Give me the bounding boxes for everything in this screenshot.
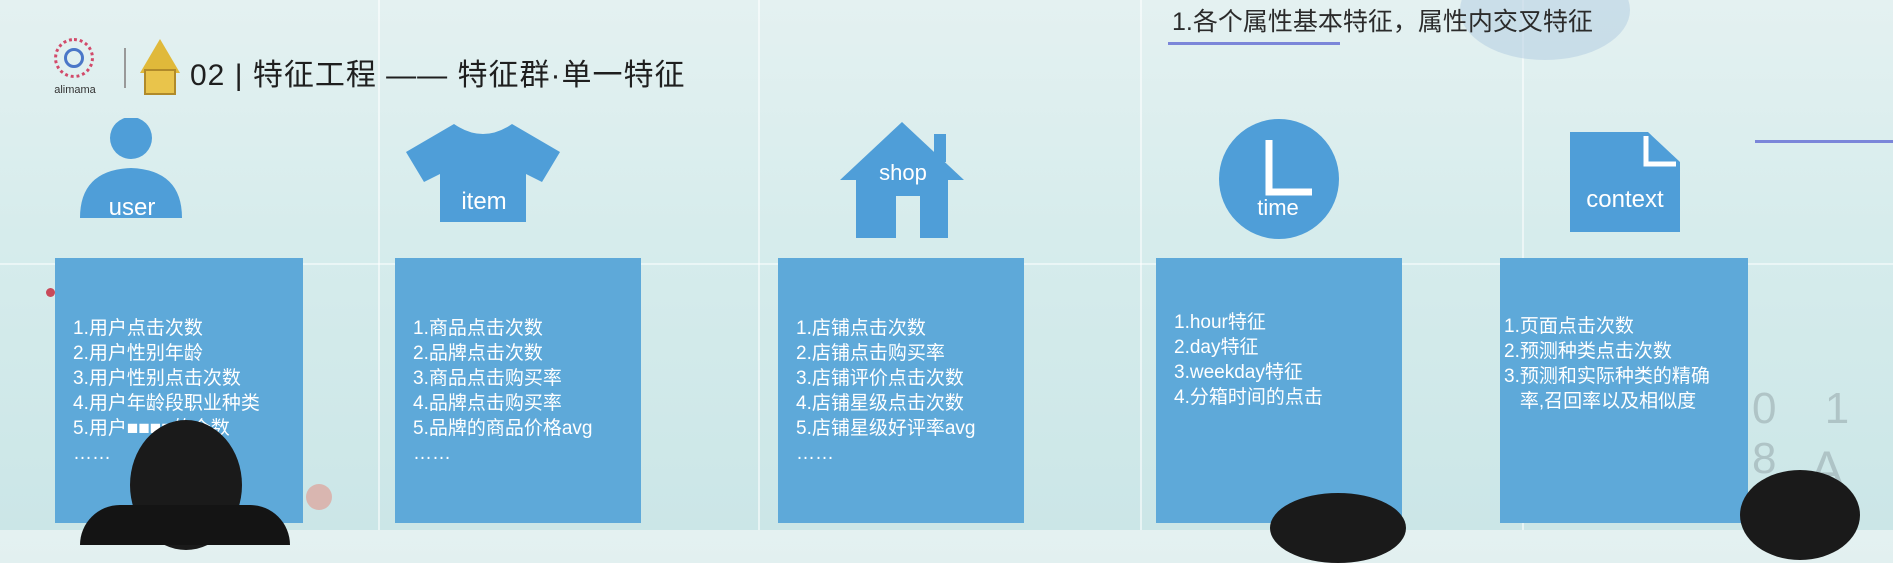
audience-body	[80, 505, 290, 545]
shop-feature-panel: 1.店铺点击次数 2.店铺点击购买率 3.店铺评价点击次数 4.店铺星级点击次数…	[778, 258, 1024, 523]
item-label: item	[461, 188, 507, 215]
list-item: 1.用户点击次数	[73, 318, 203, 339]
seam	[758, 0, 760, 530]
list-item: 2.day特征	[1174, 337, 1259, 358]
list-item: 1.店铺点击次数	[796, 318, 926, 339]
logo-divider	[124, 48, 126, 88]
list-item: 3.商品点击购买率	[413, 368, 562, 389]
list-item: 4.品牌点击购买率	[413, 393, 562, 414]
time-feature-panel: 1.hour特征 2.day特征 3.weekday特征 4.分箱时间的点击	[1156, 258, 1402, 523]
audience-head	[1270, 493, 1406, 563]
subtitle-underline	[1168, 42, 1340, 45]
seam	[1140, 0, 1142, 530]
logo-area: alimama	[40, 38, 180, 98]
document-icon	[1570, 132, 1680, 232]
audience-head	[1740, 470, 1860, 560]
list-item: 2.品牌点击次数	[413, 343, 543, 364]
context-feature-panel: 1.页面点击次数 2.预测种类点击次数 3.预测和实际种类的精确 率,召回率以及…	[1500, 258, 1748, 523]
alimama-logo: alimama	[40, 38, 110, 98]
list-item: 3.用户性别点击次数	[73, 368, 241, 389]
partner-logo	[140, 39, 180, 97]
accent-line	[1755, 140, 1893, 143]
list-item: 5.店铺星级好评率avg	[796, 418, 976, 439]
slide-title: 02 | 特征工程 —— 特征群·单一特征	[190, 59, 686, 92]
list-item: 3.店铺评价点击次数	[796, 368, 964, 389]
list-item: 率,召回率以及相似度	[1504, 391, 1697, 412]
list-item: 3.预测和实际种类的精确	[1504, 366, 1710, 387]
list-item: 4.用户年龄段职业种类	[73, 393, 260, 414]
context-label: context	[1586, 186, 1664, 213]
list-item: 1.页面点击次数	[1504, 316, 1634, 337]
clock-icon	[1219, 119, 1339, 239]
list-item: ……	[413, 443, 451, 464]
time-label: time	[1257, 195, 1299, 220]
list-item: 1.商品点击次数	[413, 318, 543, 339]
list-item: 1.hour特征	[1174, 312, 1266, 333]
list-item: 5.品牌的商品价格avg	[413, 418, 593, 439]
list-item: 4.店铺星级点击次数	[796, 393, 964, 414]
list-item: 4.分箱时间的点击	[1174, 387, 1323, 408]
decorative-dot	[46, 288, 55, 297]
user-label: user	[108, 194, 156, 221]
list-item: 2.用户性别年龄	[73, 343, 203, 364]
list-item: 3.weekday特征	[1174, 362, 1303, 383]
decorative-dot	[306, 484, 332, 510]
list-item: 2.店铺点击购买率	[796, 343, 945, 364]
list-item: 2.预测种类点击次数	[1504, 341, 1672, 362]
list-item: ……	[796, 443, 834, 464]
section-subtitle: 1.各个属性基本特征，属性内交叉特征	[1172, 8, 1593, 36]
shop-label: shop	[879, 160, 927, 185]
item-feature-panel: 1.商品点击次数 2.品牌点击次数 3.商品点击购买率 4.品牌点击购买率 5.…	[395, 258, 641, 523]
alimama-brand-text: alimama	[54, 84, 96, 96]
